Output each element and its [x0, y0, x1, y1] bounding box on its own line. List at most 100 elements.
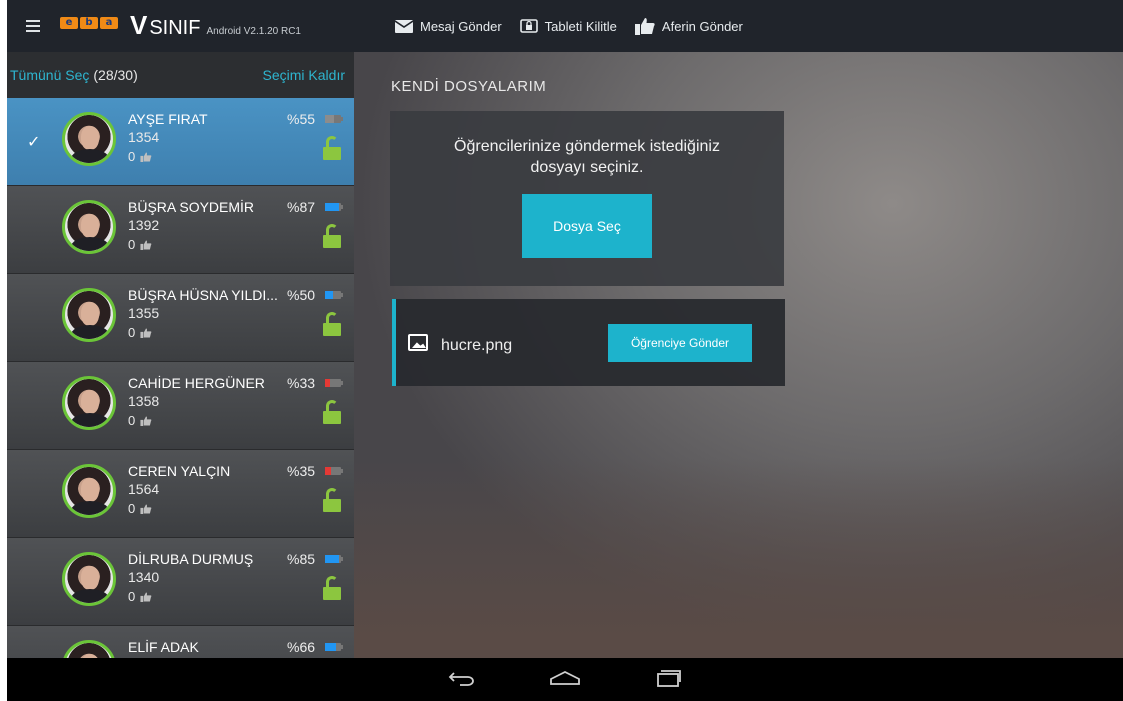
- main-panel: KENDİ DOSYALARIM Öğrencilerinize gönderm…: [354, 52, 1123, 658]
- app-frame: e b a V SINIF Android V2.1.20 RC1 Mesaj …: [7, 0, 1123, 701]
- avatar: [62, 200, 116, 254]
- unlocked-icon[interactable]: [323, 136, 341, 160]
- student-number: 1354: [128, 129, 160, 145]
- student-row[interactable]: CEREN YALÇIN 1564 0 %35: [7, 450, 354, 538]
- student-row[interactable]: ELİF ADAK %66: [7, 626, 354, 658]
- back-icon[interactable]: [448, 670, 474, 690]
- section-title: KENDİ DOSYALARIM: [391, 78, 547, 95]
- send-message-label: Mesaj Gönder: [420, 18, 502, 34]
- logo-letter-e: e: [60, 17, 78, 29]
- selection-count: (28/30): [93, 67, 138, 83]
- lock-tablet-label: Tableti Kilitle: [544, 18, 617, 34]
- send-message-button[interactable]: Mesaj Gönder: [395, 19, 502, 34]
- file-picker-card: Öğrencilerinize göndermek istediğiniz do…: [390, 111, 784, 286]
- student-name: AYŞE FIRAT: [128, 111, 208, 127]
- student-row[interactable]: BÜŞRA SOYDEMİR 1392 0 %87: [7, 186, 354, 274]
- file-name: hucre.png: [441, 337, 513, 354]
- likes-count: 0: [128, 589, 136, 604]
- student-number: 1355: [128, 305, 160, 321]
- send-praise-label: Aferin Gönder: [661, 18, 743, 34]
- unlocked-icon[interactable]: [323, 576, 341, 600]
- home-icon[interactable]: [549, 670, 581, 690]
- student-number: 1392: [128, 217, 160, 233]
- student-row[interactable]: DİLRUBA DURMUŞ 1340 0 %85: [7, 538, 354, 626]
- eba-logo: e b a: [60, 17, 118, 35]
- student-number: 1564: [128, 481, 160, 497]
- battery-icon: [325, 555, 343, 563]
- student-likes: 0: [128, 237, 152, 252]
- student-likes: 0: [128, 413, 152, 428]
- app-version: Android V2.1.20 RC1: [206, 26, 301, 37]
- choose-prompt: Öğrencilerinize göndermek istediğiniz do…: [454, 138, 720, 176]
- battery-icon: [325, 115, 343, 123]
- battery-percent: %55: [287, 111, 316, 127]
- image-file-icon: [408, 334, 428, 351]
- student-name: ELİF ADAK: [128, 639, 199, 655]
- choose-file-button[interactable]: Dosya Seç: [522, 194, 652, 258]
- selection-bar: Tümünü Seç (28/30) Seçimi Kaldır: [7, 52, 354, 98]
- battery-icon: [325, 467, 343, 475]
- student-sidebar: Tümünü Seç (28/30) Seçimi Kaldır ✓ AYŞE F…: [7, 52, 354, 658]
- thumbs-up-icon: [140, 416, 152, 426]
- thumbs-up-icon: [634, 18, 655, 35]
- battery-icon: [325, 291, 343, 299]
- likes-count: 0: [128, 325, 136, 340]
- battery-icon: [325, 643, 343, 651]
- file-row[interactable]: hucre.png Öğrenciye Gönder: [392, 299, 785, 386]
- student-name: BÜŞRA SOYDEMİR: [128, 199, 255, 215]
- student-number: 1358: [128, 393, 160, 409]
- battery-percent: %85: [287, 551, 316, 567]
- thumbs-up-icon: [140, 592, 152, 602]
- likes-count: 0: [128, 237, 136, 252]
- battery-percent: %35: [287, 463, 316, 479]
- thumbs-up-icon: [140, 240, 152, 250]
- thumbs-up-icon: [140, 504, 152, 514]
- student-name: CAHİDE HERGÜNER: [128, 375, 265, 391]
- envelope-icon: [395, 19, 413, 33]
- tablet-lock-icon: [519, 19, 538, 33]
- battery-percent: %50: [287, 287, 316, 303]
- thumbs-up-icon: [140, 328, 152, 338]
- student-row[interactable]: CAHİDE HERGÜNER 1358 0 %33: [7, 362, 354, 450]
- send-praise-button[interactable]: Aferin Gönder: [634, 17, 743, 35]
- logo-letter-a: a: [100, 17, 118, 29]
- avatar: [62, 640, 116, 658]
- student-likes: 0: [128, 501, 152, 516]
- likes-count: 0: [128, 501, 136, 516]
- select-all-link[interactable]: Tümünü Seç: [10, 67, 89, 83]
- battery-icon: [325, 203, 343, 211]
- brand-name: SINIF: [149, 17, 201, 39]
- likes-count: 0: [128, 149, 136, 164]
- clear-selection-link[interactable]: Seçimi Kaldır: [263, 67, 345, 83]
- student-name: BÜŞRA HÜSNA YILDI...: [128, 287, 278, 303]
- student-row[interactable]: BÜŞRA HÜSNA YILDI... 1355 0 %50: [7, 274, 354, 362]
- avatar: [62, 464, 116, 518]
- student-row[interactable]: ✓ AYŞE FIRAT 1354 0 %55: [7, 98, 354, 186]
- avatar: [62, 376, 116, 430]
- lock-tablet-button[interactable]: Tableti Kilitle: [519, 18, 617, 34]
- likes-count: 0: [128, 413, 136, 428]
- battery-percent: %66: [287, 639, 316, 655]
- check-icon: ✓: [27, 132, 41, 151]
- unlocked-icon[interactable]: [323, 400, 341, 424]
- student-list: ✓ AYŞE FIRAT 1354 0 %55 BÜŞRA SOYDEMİR 1392 0 %8…: [7, 98, 354, 658]
- unlocked-icon[interactable]: [323, 224, 341, 248]
- student-name: DİLRUBA DURMUŞ: [128, 551, 254, 567]
- android-nav-bar: [7, 658, 1123, 701]
- hamburger-menu-icon[interactable]: [26, 20, 40, 32]
- avatar: [62, 112, 116, 166]
- unlocked-icon[interactable]: [323, 488, 341, 512]
- brand-mark: V: [130, 10, 148, 40]
- unlocked-icon[interactable]: [323, 312, 341, 336]
- battery-percent: %87: [287, 199, 316, 215]
- student-likes: 0: [128, 149, 152, 164]
- toolbar-actions: Mesaj Gönder Tableti Kilitle Aferin Gönd…: [395, 0, 743, 52]
- logo-letter-b: b: [80, 17, 98, 29]
- send-to-student-button[interactable]: Öğrenciye Gönder: [608, 324, 752, 362]
- recent-apps-icon[interactable]: [656, 669, 682, 691]
- student-likes: 0: [128, 589, 152, 604]
- avatar: [62, 288, 116, 342]
- vsinif-brand: V SINIF Android V2.1.20 RC1: [130, 12, 301, 40]
- student-name: CEREN YALÇIN: [128, 463, 231, 479]
- battery-percent: %33: [287, 375, 316, 391]
